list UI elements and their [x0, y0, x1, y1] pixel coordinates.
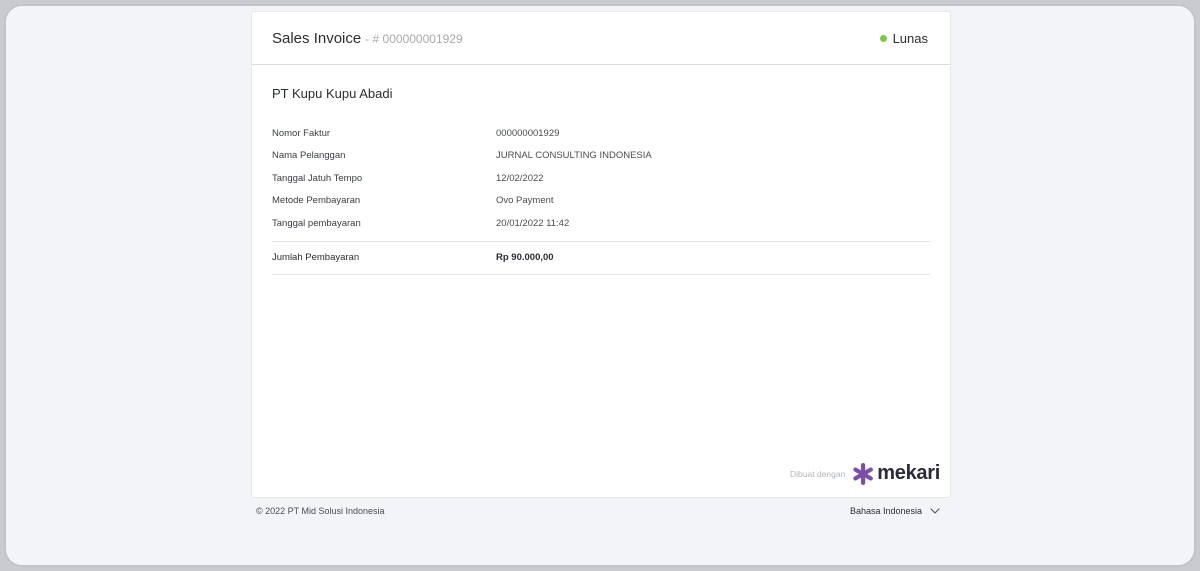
language-label: Bahasa Indonesia [849, 506, 922, 516]
detail-value: 12/02/2022 [496, 172, 544, 184]
made-with-branding: Dibuat dengan mekari [790, 462, 940, 485]
invoice-number: - # 000000001929 [365, 31, 463, 46]
company-name: PT Kupu Kupu Abadi [272, 86, 393, 101]
invoice-header: Sales Invoice - # 000000001929 Lunas [252, 12, 950, 65]
browser-frame: Sales Invoice - # 000000001929 Lunas PT … [4, 4, 1196, 567]
detail-row-payment-method: Metode Pembayaran Ovo Payment [272, 190, 930, 213]
status-label: Lunas [892, 30, 928, 46]
page-title: Sales Invoice [272, 29, 362, 47]
detail-label: Tanggal Jatuh Tempo [272, 172, 363, 184]
detail-label: Tanggal pembayaran [272, 217, 361, 229]
detail-label: Metode Pembayaran [272, 195, 361, 207]
detail-value: JURNAL CONSULTING INDONESIA [496, 150, 652, 162]
detail-row-invoice-number: Nomor Faktur 000000001929 [272, 122, 930, 145]
copyright-text: © 2022 PT Mid Solusi Indonesia [256, 506, 385, 516]
chevron-down-icon [930, 508, 940, 514]
detail-value: 000000001929 [496, 127, 560, 139]
language-selector[interactable]: Bahasa Indonesia [850, 506, 940, 516]
total-payment-row: Jumlah Pembayaran Rp 90.000,00 [272, 242, 930, 275]
mekari-logo-text: mekari [877, 462, 940, 484]
mekari-star-icon [853, 462, 874, 485]
detail-row-due-date: Tanggal Jatuh Tempo 12/02/2022 [272, 167, 930, 190]
detail-row-payment-date: Tanggal pembayaran 20/01/2022 11:42 [272, 212, 930, 235]
status-dot-icon [879, 34, 887, 42]
detail-value: 20/01/2022 11:42 [496, 217, 570, 229]
detail-row-customer-name: Nama Pelanggan JURNAL CONSULTING INDONES… [272, 145, 930, 168]
detail-label: Nomor Faktur [272, 127, 331, 139]
status-badge: Lunas [879, 30, 928, 46]
page-footer: © 2022 PT Mid Solusi Indonesia Bahasa In… [256, 506, 940, 516]
total-label: Jumlah Pembayaran [272, 252, 360, 263]
invoice-body: PT Kupu Kupu Abadi Nomor Faktur 00000000… [252, 65, 950, 275]
detail-value: Ovo Payment [496, 195, 554, 207]
detail-label: Nama Pelanggan [272, 150, 346, 162]
invoice-card: Sales Invoice - # 000000001929 Lunas PT … [251, 11, 951, 498]
mekari-logo[interactable]: mekari [851, 462, 940, 485]
title-wrap: Sales Invoice - # 000000001929 [272, 30, 463, 47]
made-with-label: Dibuat dengan [790, 468, 846, 479]
total-value: Rp 90.000,00 [496, 252, 554, 263]
